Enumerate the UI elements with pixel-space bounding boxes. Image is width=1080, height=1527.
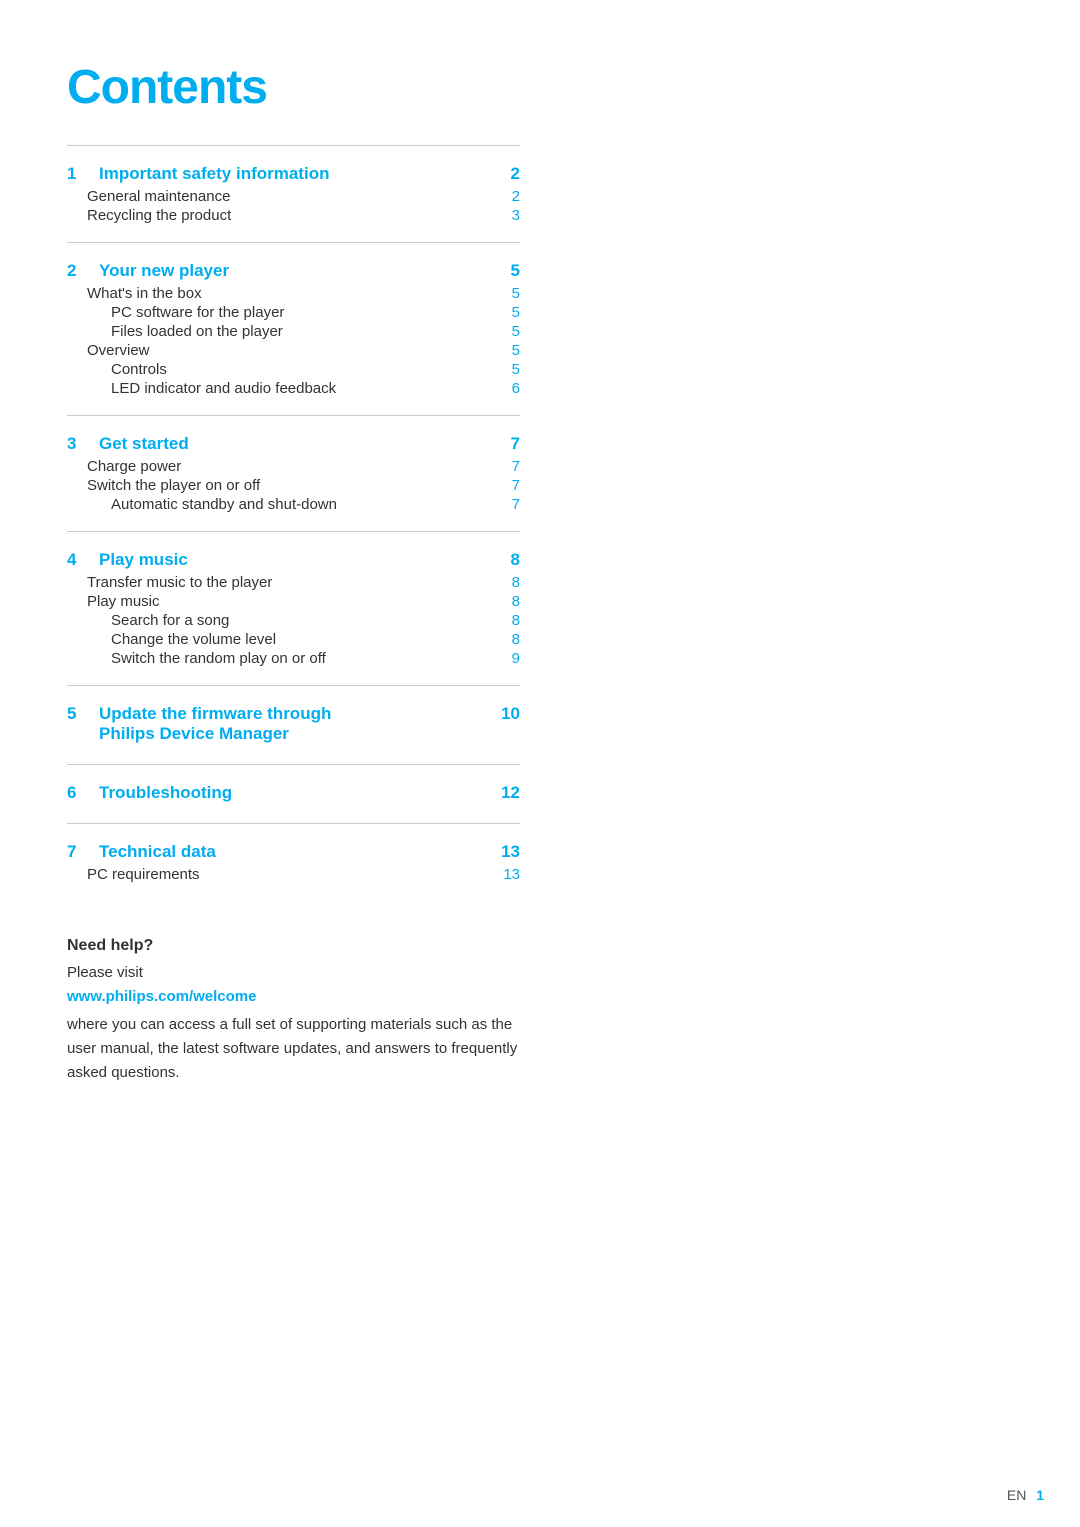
- section-label-6: Troubleshooting: [99, 783, 500, 803]
- section-page-5: 10: [500, 704, 520, 724]
- footer: EN 1: [1007, 1487, 1044, 1503]
- item-label: Switch the player on or off: [87, 477, 500, 494]
- section-page-3: 7: [500, 434, 520, 454]
- item-label: Automatic standby and shut-down: [111, 496, 500, 513]
- item-label: PC requirements: [87, 866, 500, 883]
- item-page: 7: [500, 477, 520, 494]
- item-label: Transfer music to the player: [87, 574, 500, 591]
- section-page-1: 2: [500, 164, 520, 184]
- toc-item: Search for a song8: [67, 612, 520, 629]
- toc-container: 1Important safety information2General ma…: [67, 145, 520, 901]
- toc-section-7: 7Technical data13PC requirements13: [67, 823, 520, 901]
- toc-item: Switch the random play on or off9: [67, 650, 520, 667]
- toc-heading-4: 4 Play music8: [67, 550, 520, 570]
- section-number-7: 7: [67, 842, 89, 862]
- toc-item: Charge power7: [67, 458, 520, 475]
- item-page: 5: [500, 323, 520, 340]
- item-page: 8: [500, 631, 520, 648]
- item-label: Overview: [87, 342, 500, 359]
- toc-section-1: 1Important safety information2General ma…: [67, 145, 520, 242]
- toc-item: Change the volume level8: [67, 631, 520, 648]
- section-page-2: 5: [500, 261, 520, 281]
- item-label: Recycling the product: [87, 207, 500, 224]
- section-label-4: Play music: [99, 550, 500, 570]
- section-page-7: 13: [500, 842, 520, 862]
- toc-item: Controls5: [67, 361, 520, 378]
- item-page: 3: [500, 207, 520, 224]
- item-page: 8: [500, 612, 520, 629]
- section-number-6: 6: [67, 783, 89, 803]
- toc-section-2: 2Your new player5What's in the box5PC so…: [67, 242, 520, 415]
- page-content: Contents 1Important safety information2G…: [0, 0, 600, 1145]
- item-label: What's in the box: [87, 285, 500, 302]
- item-page: 6: [500, 380, 520, 397]
- item-label: General maintenance: [87, 188, 500, 205]
- section-page-6: 12: [500, 783, 520, 803]
- toc-section-6: 6 Troubleshooting12: [67, 764, 520, 823]
- section-label-1: Important safety information: [99, 164, 500, 184]
- item-page: 5: [500, 361, 520, 378]
- toc-item: Recycling the product3: [67, 207, 520, 224]
- need-help-label: Need help?: [67, 933, 520, 959]
- toc-item: Switch the player on or off7: [67, 477, 520, 494]
- toc-heading-6: 6 Troubleshooting12: [67, 783, 520, 803]
- item-page: 13: [500, 866, 520, 883]
- toc-item: General maintenance2: [67, 188, 520, 205]
- toc-item: Overview5: [67, 342, 520, 359]
- item-page: 8: [500, 593, 520, 610]
- toc-item: PC software for the player5: [67, 304, 520, 321]
- toc-item: Play music8: [67, 593, 520, 610]
- please-visit-label: Please visit: [67, 961, 520, 985]
- help-description: where you can access a full set of suppo…: [67, 1013, 520, 1085]
- item-page: 9: [500, 650, 520, 667]
- section-label-5: Update the firmware through Philips Devi…: [99, 704, 500, 744]
- website-link[interactable]: www.philips.com/welcome: [67, 985, 520, 1009]
- section-page-4: 8: [500, 550, 520, 570]
- item-label: Switch the random play on or off: [111, 650, 500, 667]
- section-label-7: Technical data: [99, 842, 500, 862]
- item-page: 7: [500, 458, 520, 475]
- toc-item: Files loaded on the player5: [67, 323, 520, 340]
- help-section: Need help? Please visit www.philips.com/…: [67, 925, 520, 1085]
- item-label: Play music: [87, 593, 500, 610]
- toc-item: Transfer music to the player8: [67, 574, 520, 591]
- toc-heading-1: 1 Important safety information2: [67, 164, 520, 184]
- item-label: Controls: [111, 361, 500, 378]
- footer-lang: EN: [1007, 1487, 1026, 1503]
- page-title: Contents: [67, 60, 520, 115]
- item-page: 8: [500, 574, 520, 591]
- toc-item: What's in the box5: [67, 285, 520, 302]
- item-label: Search for a song: [111, 612, 500, 629]
- item-page: 2: [500, 188, 520, 205]
- footer-page-num: 1: [1036, 1487, 1044, 1503]
- toc-heading-5: 5 Update the firmware through Philips Dev…: [67, 704, 520, 744]
- toc-section-5: 5 Update the firmware through Philips Dev…: [67, 685, 520, 764]
- toc-section-3: 3Get started7Charge power7Switch the pla…: [67, 415, 520, 531]
- item-label: LED indicator and audio feedback: [111, 380, 500, 397]
- section-label-3: Get started: [99, 434, 500, 454]
- item-label: Files loaded on the player: [111, 323, 500, 340]
- item-label: Charge power: [87, 458, 500, 475]
- toc-item: Automatic standby and shut-down7: [67, 496, 520, 513]
- section-number-5: 5: [67, 704, 89, 724]
- item-page: 7: [500, 496, 520, 513]
- toc-item: LED indicator and audio feedback6: [67, 380, 520, 397]
- toc-heading-3: 3 Get started7: [67, 434, 520, 454]
- toc-heading-2: 2 Your new player5: [67, 261, 520, 281]
- section-number-1: 1: [67, 164, 89, 184]
- item-label: Change the volume level: [111, 631, 500, 648]
- section-number-2: 2: [67, 261, 89, 281]
- item-page: 5: [500, 342, 520, 359]
- item-page: 5: [500, 285, 520, 302]
- toc-item: PC requirements13: [67, 866, 520, 883]
- toc-heading-7: 7 Technical data13: [67, 842, 520, 862]
- section-number-4: 4: [67, 550, 89, 570]
- section-number-3: 3: [67, 434, 89, 454]
- section-label-2: Your new player: [99, 261, 500, 281]
- item-label: PC software for the player: [111, 304, 500, 321]
- item-page: 5: [500, 304, 520, 321]
- toc-section-4: 4Play music8Transfer music to the player…: [67, 531, 520, 685]
